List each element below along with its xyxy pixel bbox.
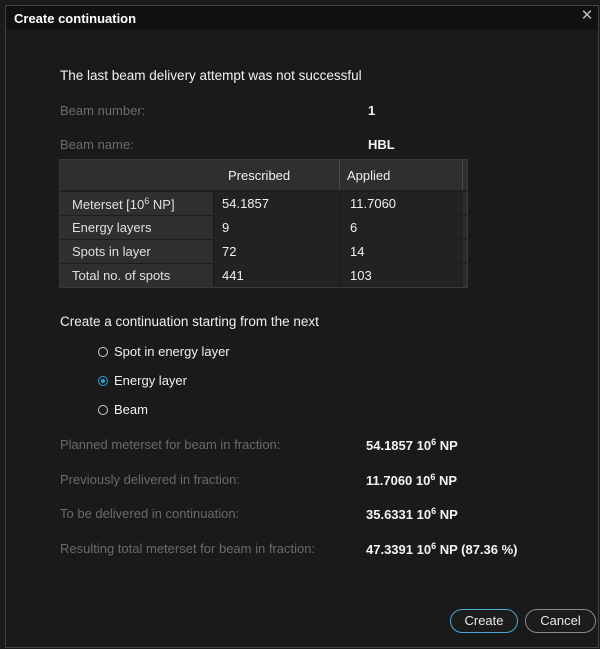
previously-delivered-row: Previously delivered in fraction: 11.706… <box>60 472 457 488</box>
table-row: Spots in layer 72 14 <box>60 239 467 263</box>
summary-value: 35.6331 106 NP <box>366 506 458 522</box>
row-label: Energy layers <box>60 216 213 239</box>
beam-delivery-table: Prescribed Applied Meterset [106 NP] 54.… <box>59 159 468 288</box>
applied-value: 6 <box>340 216 463 239</box>
table-header-prescribed[interactable]: Prescribed <box>213 160 340 190</box>
radio-label[interactable]: Energy layer <box>114 373 187 388</box>
summary-value: 47.3391 106 NP (87.36 %) <box>366 541 518 557</box>
prescribed-value: 72 <box>213 240 340 263</box>
row-label: Total no. of spots <box>60 264 213 287</box>
status-message: The last beam delivery attempt was not s… <box>60 68 362 83</box>
radio-energy-layer[interactable]: Energy layer <box>98 373 187 388</box>
beam-name-row: Beam name: HBL <box>60 137 395 152</box>
create-button[interactable]: Create <box>450 609 518 633</box>
table-header: Prescribed Applied <box>60 160 467 191</box>
table-row: Energy layers 9 6 <box>60 215 467 239</box>
applied-value: 14 <box>340 240 463 263</box>
create-continuation-dialog: Create continuation ✕ The last beam deli… <box>5 5 599 648</box>
table-row: Meterset [106 NP] 54.1857 11.7060 <box>60 191 467 215</box>
applied-value: 103 <box>340 264 463 287</box>
beam-number-value: 1 <box>368 103 376 118</box>
prescribed-value: 54.1857 <box>213 192 340 215</box>
prescribed-value: 9 <box>213 216 340 239</box>
summary-label: Planned meterset for beam in fraction: <box>60 437 281 452</box>
beam-name-value: HBL <box>368 137 395 152</box>
table-row: Total no. of spots 441 103 <box>60 263 467 287</box>
title-bar: Create continuation ✕ <box>6 6 598 30</box>
summary-value: 11.7060 106 NP <box>366 472 458 488</box>
summary-value: 54.1857 106 NP <box>366 437 458 453</box>
radio-label[interactable]: Spot in energy layer <box>114 344 230 359</box>
beam-number-label: Beam number: <box>60 103 146 118</box>
radio-spot-in-energy-layer[interactable]: Spot in energy layer <box>98 344 230 359</box>
to-be-delivered-row: To be delivered in continuation: 35.6331… <box>60 506 458 522</box>
beam-name-label: Beam name: <box>60 137 134 152</box>
planned-meterset-row: Planned meterset for beam in fraction: 5… <box>60 437 458 453</box>
radio-icon[interactable] <box>98 346 108 357</box>
summary-label: To be delivered in continuation: <box>60 506 240 521</box>
summary-label: Resulting total meterset for beam in fra… <box>60 541 316 556</box>
table-header-blank <box>60 160 213 190</box>
applied-value: 11.7060 <box>340 192 463 215</box>
prescribed-value: 441 <box>213 264 340 287</box>
beam-number-row: Beam number: 1 <box>60 103 375 118</box>
summary-label: Previously delivered in fraction: <box>60 472 240 487</box>
dialog-title: Create continuation <box>14 11 137 26</box>
continuation-label: Create a continuation starting from the … <box>60 314 319 329</box>
radio-selected-icon[interactable] <box>98 375 108 386</box>
row-label: Spots in layer <box>60 240 213 263</box>
row-label: Meterset [106 NP] <box>60 192 213 215</box>
cancel-button[interactable]: Cancel <box>525 609 596 633</box>
radio-beam[interactable]: Beam <box>98 402 148 417</box>
table-header-applied[interactable]: Applied <box>340 160 463 190</box>
radio-label[interactable]: Beam <box>114 402 148 417</box>
resulting-total-row: Resulting total meterset for beam in fra… <box>60 541 518 557</box>
radio-icon[interactable] <box>98 404 108 415</box>
close-icon[interactable]: ✕ <box>578 7 596 25</box>
